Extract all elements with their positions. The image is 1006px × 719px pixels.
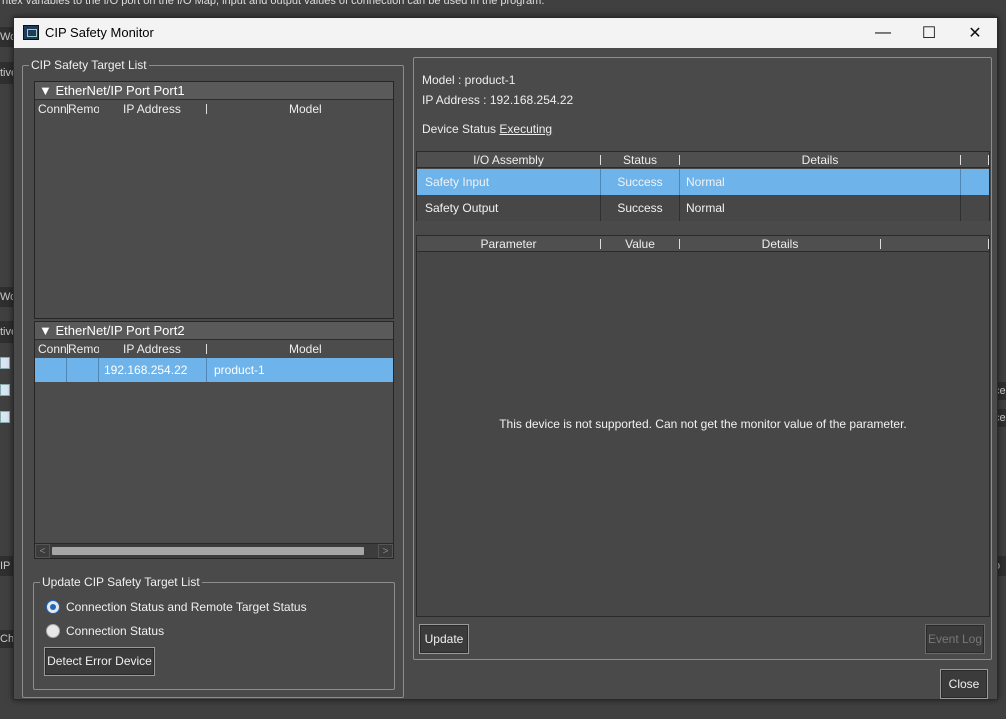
target-model-cell: product-1: [214, 363, 265, 377]
target-conn-cell: [35, 358, 67, 382]
event-log-button[interactable]: Event Log: [925, 624, 985, 654]
column-header-remote[interactable]: Remo: [68, 341, 99, 357]
column-header-details[interactable]: Details: [680, 236, 880, 252]
io-assembly-status-cell: Success: [601, 169, 680, 195]
port1-panel: ▼ EtherNet/IP Port Port1 Conn Remo IP Ad…: [34, 81, 394, 319]
radio-label: Connection Status and Remote Target Stat…: [66, 600, 307, 614]
device-status-value[interactable]: Executing: [499, 122, 552, 136]
io-assembly-table-header: I/O Assembly Status Details: [417, 152, 989, 168]
io-assembly-status-cell: Success: [601, 195, 680, 221]
io-assembly-name-cell: Safety Input: [417, 169, 601, 195]
background-checkbox: [0, 357, 10, 369]
radio-label: Connection Status: [66, 624, 165, 638]
device-ip-label: IP Address : 192.168.254.22: [422, 93, 574, 107]
horizontal-scrollbar[interactable]: < >: [35, 543, 393, 558]
maximize-button[interactable]: ☐: [906, 18, 952, 48]
io-assembly-row[interactable]: Safety Input Success Normal: [417, 169, 989, 195]
app-icon: [23, 25, 39, 40]
column-header-ip-address[interactable]: IP Address: [123, 341, 203, 357]
column-header-value[interactable]: Value: [601, 236, 679, 252]
window-title: CIP Safety Monitor: [45, 25, 154, 40]
scroll-left-arrow-icon[interactable]: <: [35, 544, 50, 558]
cip-safety-monitor-dialog: CIP Safety Monitor — ☐ ✕ CIP Safety Targ…: [13, 17, 998, 700]
column-separator[interactable]: [960, 155, 961, 165]
column-header-remote[interactable]: Remo: [68, 101, 99, 117]
column-header-model[interactable]: Model: [289, 341, 349, 357]
background-tab-fragment: Wor: [0, 287, 14, 307]
not-supported-message: This device is not supported. Can not ge…: [499, 417, 907, 431]
io-assembly-table: I/O Assembly Status Details Safety Input…: [416, 151, 990, 221]
scroll-right-arrow-icon[interactable]: >: [378, 544, 393, 558]
title-bar[interactable]: CIP Safety Monitor — ☐ ✕: [14, 18, 997, 48]
column-header-status[interactable]: Status: [601, 152, 679, 168]
column-header-ip-address[interactable]: IP Address: [123, 101, 203, 117]
column-header-parameter[interactable]: Parameter: [417, 236, 600, 252]
scrollbar-thumb[interactable]: [52, 547, 364, 555]
io-assembly-details-cell: Normal: [680, 195, 961, 221]
column-separator[interactable]: [206, 104, 207, 114]
port1-header[interactable]: ▼ EtherNet/IP Port Port1: [35, 82, 393, 100]
column-separator[interactable]: [206, 344, 207, 354]
parameter-table-header: Parameter Value Details: [417, 236, 989, 252]
update-button[interactable]: Update: [419, 624, 469, 654]
background-label-fragment: IP S: [0, 556, 14, 576]
background-description-text: ntex variables to the I/O port on the I/…: [2, 0, 545, 6]
target-list-group: CIP Safety Target List ▼ EtherNet/IP Por…: [22, 58, 404, 698]
background-checkbox: [0, 411, 10, 423]
radio-connection-status[interactable]: Connection Status: [46, 622, 164, 640]
background-tab-fragment: Wor: [0, 27, 14, 47]
radio-connection-and-remote-status[interactable]: Connection Status and Remote Target Stat…: [46, 598, 307, 616]
column-header-conn[interactable]: Conn: [38, 341, 67, 357]
background-label-fragment: Ch: [0, 630, 14, 648]
minimize-button[interactable]: —: [860, 18, 906, 48]
target-remote-cell: [67, 358, 99, 382]
target-ip-cell: 192.168.254.22: [99, 358, 207, 382]
update-target-list-group: Update CIP Safety Target List Connection…: [33, 575, 395, 690]
device-detail-panel: Model : product-1 IP Address : 192.168.2…: [413, 57, 992, 660]
column-header-io-assembly[interactable]: I/O Assembly: [417, 152, 600, 168]
device-status: Device Status Executing: [422, 122, 552, 136]
detect-error-device-button[interactable]: Detect Error Device: [44, 647, 155, 676]
port2-panel: ▼ EtherNet/IP Port Port2 Conn Remo IP Ad…: [34, 321, 394, 559]
column-separator[interactable]: [988, 155, 989, 165]
column-separator[interactable]: [880, 239, 881, 249]
target-list-group-label: CIP Safety Target List: [29, 58, 149, 72]
port2-header[interactable]: ▼ EtherNet/IP Port Port2: [35, 322, 393, 340]
column-separator[interactable]: [988, 239, 989, 249]
column-header-conn[interactable]: Conn: [38, 101, 67, 117]
radio-unselected-icon[interactable]: [46, 624, 60, 638]
io-assembly-details-cell: Normal: [680, 169, 961, 195]
device-status-label: Device Status: [422, 122, 497, 136]
close-button[interactable]: Close: [940, 669, 988, 699]
column-header-details[interactable]: Details: [680, 152, 960, 168]
device-model-label: Model : product-1: [422, 73, 516, 87]
column-header-model[interactable]: Model: [289, 101, 349, 117]
parameter-table: Parameter Value Details This device is n…: [416, 235, 990, 617]
close-window-button[interactable]: ✕: [952, 18, 998, 48]
background-label-fragment: tive: [0, 62, 14, 84]
background-label-fragment: tive: [0, 321, 14, 343]
update-group-label: Update CIP Safety Target List: [40, 575, 202, 589]
io-assembly-name-cell: Safety Output: [417, 195, 601, 221]
target-row[interactable]: 192.168.254.22 product-1: [35, 358, 393, 382]
io-assembly-row[interactable]: Safety Output Success Normal: [417, 195, 989, 221]
background-checkbox: [0, 384, 10, 396]
radio-selected-icon[interactable]: [46, 600, 60, 614]
